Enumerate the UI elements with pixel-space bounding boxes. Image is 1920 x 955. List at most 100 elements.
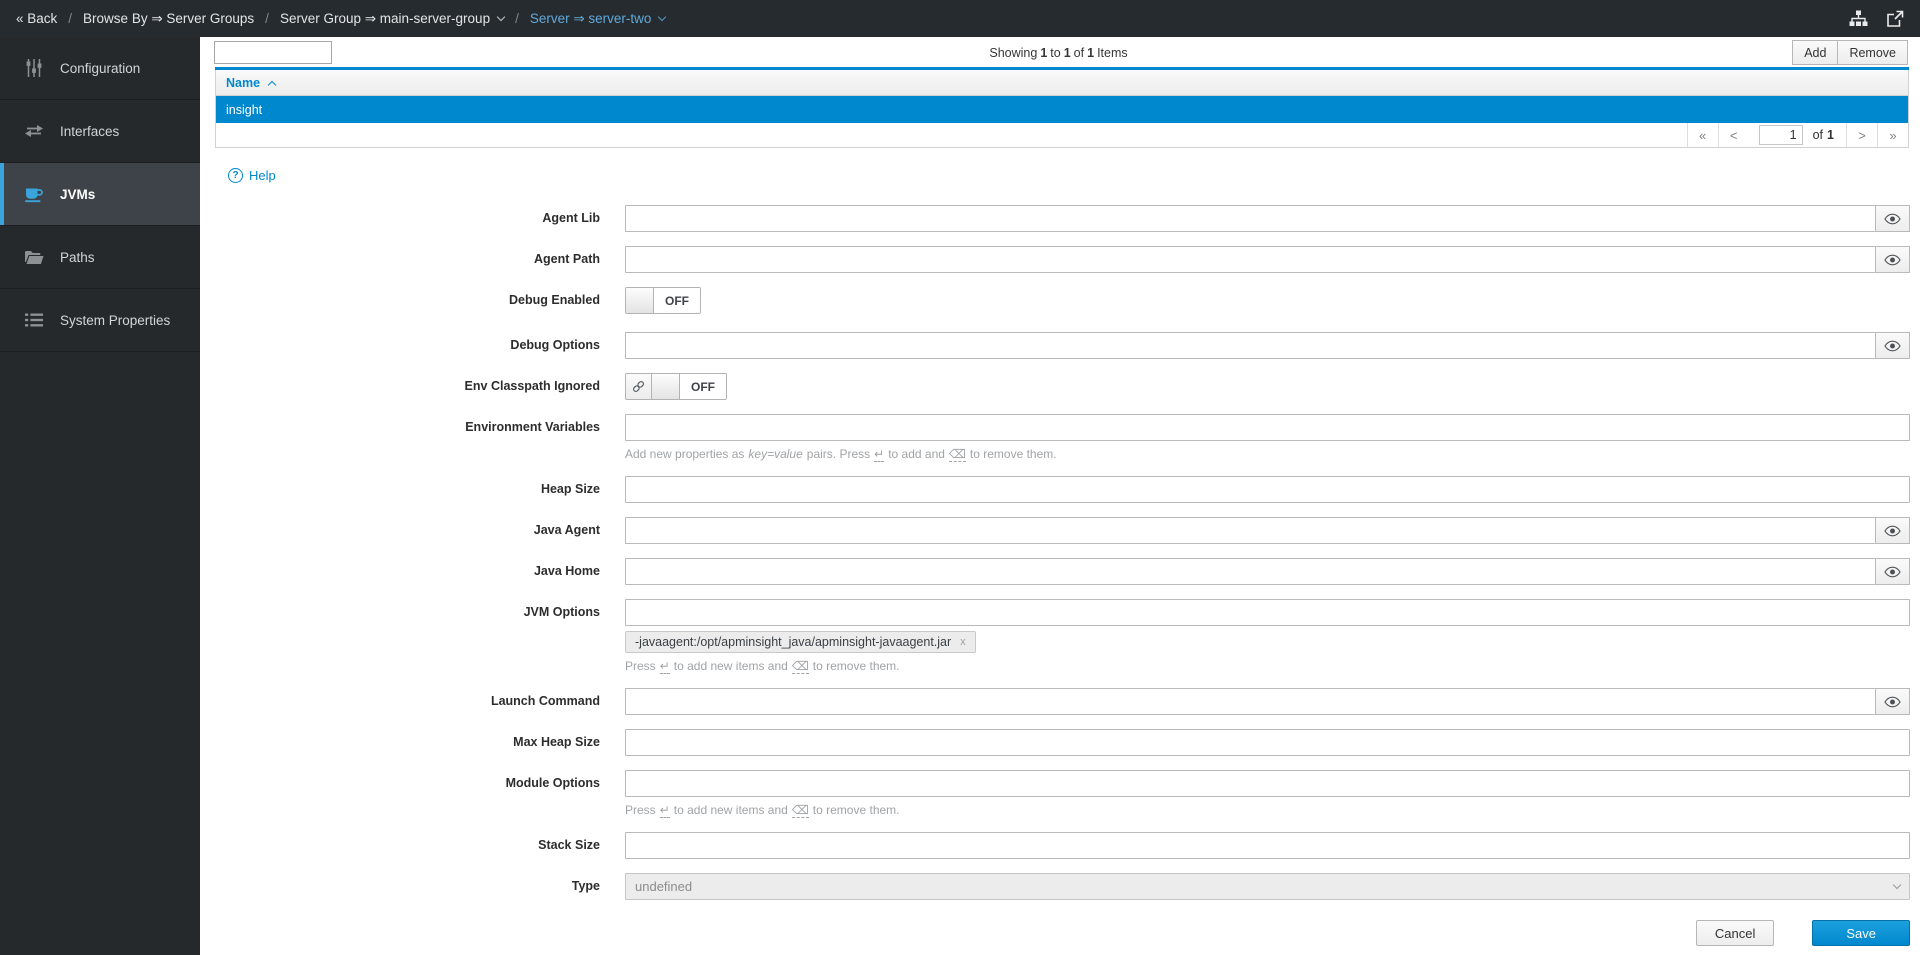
sidebar-item-label: JVMs (60, 186, 96, 202)
eye-icon[interactable] (1875, 246, 1910, 273)
chevron-down-icon (496, 12, 506, 22)
environment-variables-input[interactable] (625, 414, 1910, 441)
table-actions: Add Remove (1792, 40, 1908, 65)
toggle-handle (652, 374, 680, 399)
first-page-button[interactable]: « (1686, 123, 1718, 147)
chevron-down-icon (1892, 880, 1902, 890)
table-header-row: Name (215, 70, 1909, 96)
field-helper-text: Press ↵ to add new items and ⌫ to remove the… (625, 659, 900, 674)
sidebar-item-system-properties[interactable]: System Properties (0, 289, 200, 352)
agent-lib-input[interactable] (625, 205, 1875, 232)
eye-icon[interactable] (1875, 688, 1910, 715)
topology-icon[interactable] (1849, 10, 1868, 27)
arrows-swap-icon (23, 124, 45, 138)
eye-icon[interactable] (1875, 517, 1910, 544)
add-button[interactable]: Add (1792, 40, 1839, 65)
save-button[interactable]: Save (1812, 920, 1910, 946)
enter-key-icon: ↵ (659, 803, 670, 818)
field-label: Agent Path (534, 252, 600, 266)
eye-icon[interactable] (1875, 558, 1910, 585)
topnav-icons (1849, 10, 1904, 28)
sidebar-item-label: Configuration (60, 60, 141, 76)
breadcrumb-separator: / (515, 11, 519, 26)
list-icon (23, 313, 45, 327)
field-label: Heap Size (540, 482, 600, 496)
jvm-options-input[interactable] (625, 599, 1910, 626)
field-label: Type (571, 879, 600, 893)
pagination-row: « < of1 > » (215, 123, 1909, 148)
top-navigation-bar: « Back / Browse By ⇒ Server Groups / Ser… (0, 0, 1920, 37)
form-row-module-options: Module Options Press ↵ to add new items an… (200, 770, 1910, 818)
form-footer: Cancel Save (200, 920, 1910, 946)
field-label: Module Options (505, 776, 600, 790)
jvm-table: Name insight « < of1 > » (215, 67, 1909, 148)
external-link-icon[interactable] (1886, 10, 1904, 28)
heap-size-input[interactable] (625, 476, 1910, 503)
cancel-button[interactable]: Cancel (1695, 920, 1775, 946)
form-row-jvm-options: JVM Options -javaagent:/opt/apminsight_j… (200, 599, 1910, 674)
help-link[interactable]: ? Help (228, 168, 276, 183)
previous-page-button[interactable]: < (1717, 123, 1749, 147)
form-row-java-home: Java Home (200, 558, 1910, 585)
agent-path-input[interactable] (625, 246, 1875, 273)
field-label: Environment Variables (465, 420, 600, 434)
type-select[interactable]: undefined (625, 873, 1910, 900)
form-row-launch-command: Launch Command (200, 688, 1910, 715)
eye-icon[interactable] (1875, 205, 1910, 232)
sliders-icon (23, 59, 45, 77)
sidebar-item-jvms[interactable]: JVMs (0, 163, 200, 226)
field-label: Debug Enabled (509, 293, 600, 307)
back-link[interactable]: « Back (16, 11, 57, 26)
form-row-environment-variables: Environment Variables Add new properties… (200, 414, 1910, 462)
java-agent-input[interactable] (625, 517, 1875, 544)
field-label: Stack Size (538, 838, 600, 852)
remove-button[interactable]: Remove (1838, 40, 1908, 65)
form-row-type: Type undefined (200, 873, 1910, 900)
sidebar-item-interfaces[interactable]: Interfaces (0, 100, 200, 163)
field-label: Debug Options (510, 338, 600, 352)
toggle-state-label: OFF (680, 374, 726, 399)
field-label: Java Agent (533, 523, 600, 537)
last-page-button[interactable]: » (1877, 123, 1908, 147)
form-row-heap-size: Heap Size (200, 476, 1910, 503)
link-icon[interactable] (626, 374, 652, 399)
sort-ascending-icon[interactable] (267, 80, 277, 89)
table-row[interactable]: insight (215, 96, 1909, 123)
module-options-input[interactable] (625, 770, 1910, 797)
coffee-cup-icon (23, 186, 45, 203)
field-label: JVM Options (523, 605, 600, 619)
next-page-button[interactable]: > (1846, 123, 1877, 147)
breadcrumb-browse-by[interactable]: Browse By ⇒ Server Groups (83, 11, 254, 27)
field-label: Java Home (533, 564, 600, 578)
breadcrumb-server[interactable]: Server ⇒ server-two (530, 11, 667, 27)
sidebar-item-paths[interactable]: Paths (0, 226, 200, 289)
form-row-max-heap-size: Max Heap Size (200, 729, 1910, 756)
field-label: Max Heap Size (513, 735, 600, 749)
debug-options-input[interactable] (625, 332, 1875, 359)
max-heap-size-input[interactable] (625, 729, 1910, 756)
debug-enabled-toggle[interactable]: OFF (625, 287, 701, 314)
toggle-state-label: OFF (654, 288, 700, 313)
form-row-agent-path: Agent Path (200, 246, 1910, 273)
breadcrumb-server-group[interactable]: Server Group ⇒ main-server-group (280, 11, 506, 27)
field-label: Agent Lib (542, 211, 600, 225)
env-classpath-ignored-toggle[interactable]: OFF (625, 373, 727, 400)
backspace-key-icon: ⌫ (948, 447, 966, 462)
launch-command-input[interactable] (625, 688, 1875, 715)
breadcrumb-separator: / (68, 11, 73, 26)
tag-remove-icon[interactable]: x (960, 636, 966, 648)
field-label: Launch Command (490, 694, 600, 708)
java-home-input[interactable] (625, 558, 1875, 585)
sidebar-item-label: System Properties (60, 312, 171, 328)
column-header-name[interactable]: Name (226, 76, 260, 90)
sidebar-item-configuration[interactable]: Configuration (0, 37, 200, 100)
stack-size-input[interactable] (625, 832, 1910, 859)
page-number-input[interactable] (1758, 125, 1803, 145)
form-row-stack-size: Stack Size (200, 832, 1910, 859)
eye-icon[interactable] (1875, 332, 1910, 359)
form-row-debug-enabled: Debug Enabled OFF (200, 287, 1910, 318)
breadcrumb-separator: / (265, 11, 269, 26)
page-total-text: of 1 (1812, 128, 1834, 142)
showing-items-text: Showing 1 to 1 of 1 Items (989, 46, 1128, 60)
main-content: Showing 1 to 1 of 1 Items Add Remove Name insi… (200, 37, 1920, 955)
